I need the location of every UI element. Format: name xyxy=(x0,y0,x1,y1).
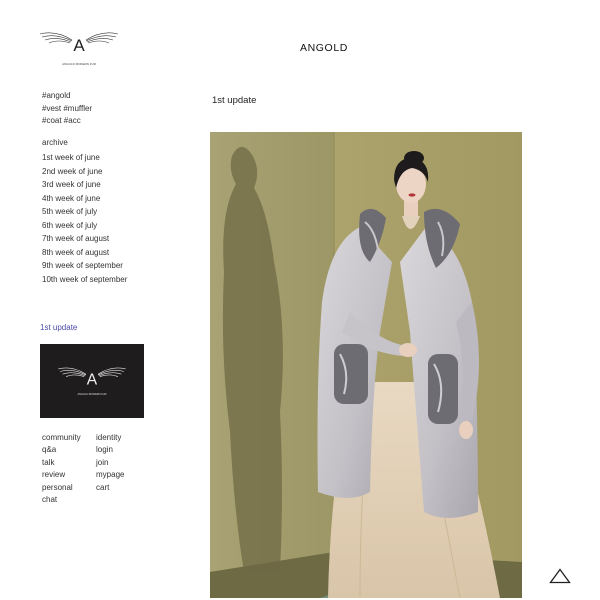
svg-text:A: A xyxy=(87,371,98,388)
tag-link[interactable]: #vest #muffler xyxy=(42,103,92,116)
archive-item[interactable]: 1st week of june xyxy=(42,151,127,165)
triangle-up-icon xyxy=(549,568,571,584)
archive-item[interactable]: 3rd week of june xyxy=(42,178,127,192)
update-thumbnail[interactable]: A ANGOLD MODERN FUR xyxy=(40,344,144,418)
post-title: 1st update xyxy=(212,95,257,106)
footer-link-mypage[interactable]: mypage xyxy=(96,469,124,481)
winged-logo-icon: A ANGOLD MODERN FUR xyxy=(39,32,119,66)
archive-item[interactable]: 7th week of august xyxy=(42,232,127,246)
tag-list: #angold #vest #muffler #coat #acc xyxy=(42,90,92,128)
site-logo[interactable]: A ANGOLD MODERN FUR xyxy=(38,26,120,70)
archive-item[interactable]: 9th week of september xyxy=(42,259,127,273)
tag-link[interactable]: #angold xyxy=(42,90,92,103)
footer-link-cart[interactable]: cart xyxy=(96,482,124,494)
site-title[interactable]: ANGOLD xyxy=(300,42,430,54)
footer-link-chat[interactable]: chat xyxy=(42,494,82,506)
footer-link-join[interactable]: join xyxy=(96,457,124,469)
footer-nav-column: community q&a talk review personal chat xyxy=(42,432,82,506)
footer-nav-column: identity login join mypage cart xyxy=(96,432,124,506)
footer-link-personal[interactable]: personal xyxy=(42,482,82,494)
winged-logo-icon: A ANGOLD MODERN FUR xyxy=(58,367,126,396)
footer-link-review[interactable]: review xyxy=(42,469,82,481)
footer-link-talk[interactable]: talk xyxy=(42,457,82,469)
svg-text:ANGOLD MODERN FUR: ANGOLD MODERN FUR xyxy=(62,62,97,66)
sidebar-update-link[interactable]: 1st update xyxy=(40,323,77,332)
fur-coat-model-photo-icon xyxy=(210,132,522,598)
footer-link-qa[interactable]: q&a xyxy=(42,444,82,456)
archive-item[interactable]: 5th week of july xyxy=(42,205,127,219)
archive-title: archive xyxy=(42,138,68,147)
svg-text:A: A xyxy=(73,36,85,55)
scroll-top-button[interactable] xyxy=(549,568,571,584)
footer-link-identity[interactable]: identity xyxy=(96,432,124,444)
footer-link-community[interactable]: community xyxy=(42,432,82,444)
archive-item[interactable]: 10th week of september xyxy=(42,273,127,287)
archive-item[interactable]: 6th week of july xyxy=(42,219,127,233)
svg-text:ANGOLD MODERN FUR: ANGOLD MODERN FUR xyxy=(77,392,106,396)
archive-item[interactable]: 2nd week of june xyxy=(42,165,127,179)
archive-item[interactable]: 8th week of august xyxy=(42,246,127,260)
archive-item[interactable]: 4th week of june xyxy=(42,192,127,206)
main-photo xyxy=(210,132,522,598)
footer-nav: community q&a talk review personal chat … xyxy=(42,432,124,506)
archive-list: 1st week of june 2nd week of june 3rd we… xyxy=(42,151,127,286)
tag-link[interactable]: #coat #acc xyxy=(42,115,92,128)
archive-section: archive 1st week of june 2nd week of jun… xyxy=(42,137,127,286)
footer-link-login[interactable]: login xyxy=(96,444,124,456)
